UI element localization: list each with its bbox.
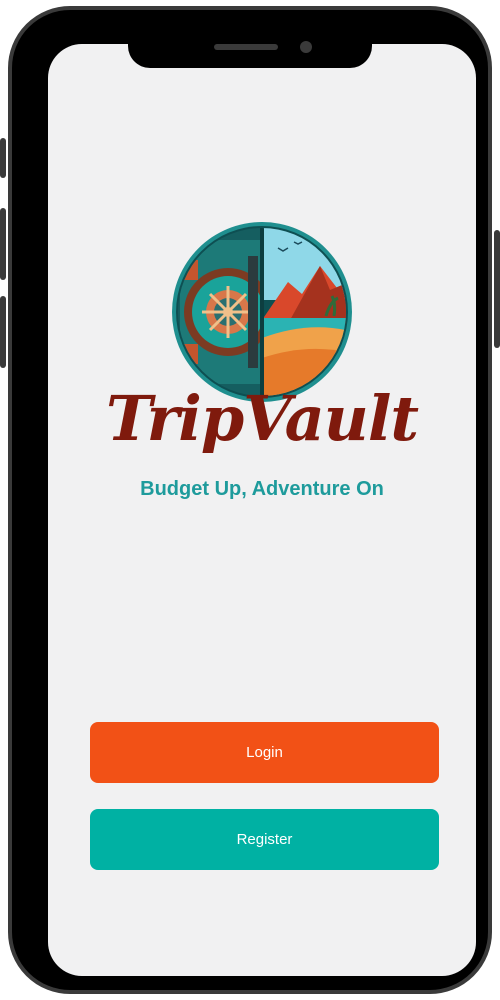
login-button[interactable]: Login (90, 722, 439, 783)
volume-up-button (0, 208, 6, 280)
beach-scene-icon (262, 228, 346, 396)
volume-down-button (0, 296, 6, 368)
vault-door-icon (178, 228, 262, 396)
power-button (494, 230, 500, 348)
camera-icon (300, 41, 312, 53)
speaker-grille (214, 44, 278, 50)
app-screen: TripVault Budget Up, Adventure On Login … (48, 44, 476, 976)
app-title: TripVault (105, 382, 419, 455)
register-button[interactable]: Register (90, 809, 439, 870)
app-tagline: Budget Up, Adventure On (140, 478, 384, 500)
phone-notch (128, 32, 372, 68)
mute-switch (0, 138, 6, 178)
phone-frame: TripVault Budget Up, Adventure On Login … (8, 6, 492, 994)
app-logo (170, 220, 354, 404)
